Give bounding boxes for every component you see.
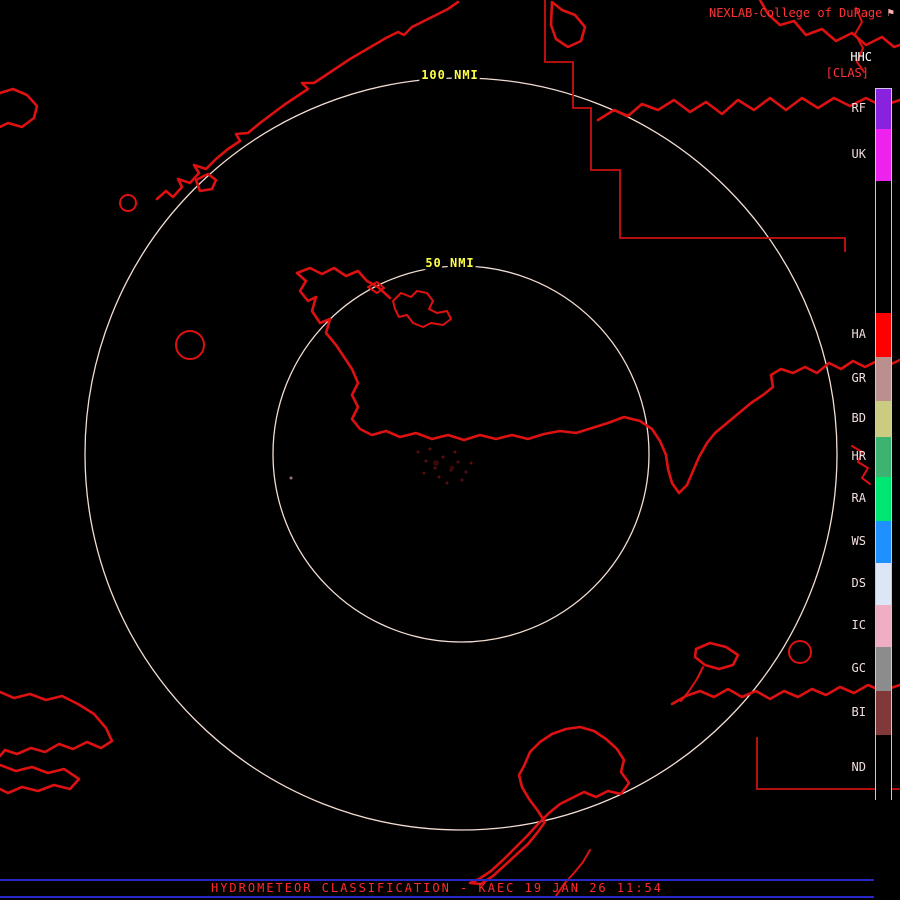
legend-seg-ws bbox=[876, 521, 891, 563]
legend-label-rf: RF bbox=[851, 101, 866, 115]
radar-map: 100 NMI 50 NMI bbox=[0, 0, 900, 897]
coastline-bottomleft-upper bbox=[0, 690, 114, 758]
legend-seg-ha bbox=[876, 313, 891, 357]
ring-label-50nmi: 50 NMI bbox=[425, 256, 474, 270]
legend-label-gr: GR bbox=[851, 371, 866, 385]
legend-seg-bd bbox=[876, 401, 891, 437]
legend-seg-ds bbox=[876, 563, 891, 605]
coastline-bottomleft-lower bbox=[0, 763, 81, 795]
legend-label-bd: BD bbox=[851, 411, 866, 425]
legend-label-hr: HR bbox=[851, 449, 866, 463]
product-caption: HYDROMETEOR CLASSIFICATION - KAEC 19 JAN… bbox=[210, 881, 663, 895]
legend-seg-uk bbox=[876, 129, 891, 181]
islet-circle-bottomright bbox=[788, 640, 812, 664]
boundary-step-top bbox=[544, 0, 846, 252]
legend-seg-gap bbox=[876, 181, 891, 313]
legend-label-bi: BI bbox=[851, 705, 866, 719]
radar-echoes bbox=[289, 447, 473, 485]
legend-label-nd: ND bbox=[851, 760, 866, 774]
legend-label-ic: IC bbox=[851, 618, 866, 632]
range-ring-100nmi bbox=[84, 77, 838, 831]
legend-seg-ic bbox=[876, 605, 891, 647]
coastline-northwest-arc bbox=[155, 0, 460, 201]
legend-seg-gc bbox=[876, 647, 891, 691]
coastline-arc-islet bbox=[194, 172, 218, 193]
island-bottom-large bbox=[468, 725, 631, 886]
island-cluster-center bbox=[392, 290, 452, 328]
legend-seg-nd bbox=[876, 735, 891, 801]
legend-color-bar bbox=[875, 88, 892, 801]
islet-left-edge bbox=[0, 87, 39, 129]
ring-label-100nmi: 100 NMI bbox=[421, 68, 479, 82]
legend-title: HHC bbox=[850, 50, 872, 64]
radar-display: 100 NMI 50 NMI NEXLAB-College of DuPage … bbox=[0, 0, 900, 900]
legend-label-uk: UK bbox=[851, 147, 866, 161]
legend-seg-ra bbox=[876, 477, 891, 521]
legend-label-ws: WS bbox=[851, 534, 866, 548]
coastlines bbox=[0, 0, 900, 897]
legend-seg-hr bbox=[876, 437, 891, 477]
legend-label-ha: HA bbox=[851, 327, 866, 341]
coastline-main-south bbox=[295, 271, 900, 495]
islet-circle-small bbox=[119, 194, 137, 212]
islet-circle-mid bbox=[175, 330, 205, 360]
brand: NEXLAB-College of DuPage ⚑ bbox=[709, 6, 894, 20]
legend-seg-bi bbox=[876, 691, 891, 735]
legend-seg-gr bbox=[876, 357, 891, 401]
legend-seg-rf bbox=[876, 89, 891, 129]
brand-text: NEXLAB-College of DuPage bbox=[708, 6, 883, 20]
range-rings bbox=[84, 77, 838, 831]
island-bottomright-blob bbox=[693, 641, 740, 671]
footer-rule-bottom bbox=[0, 896, 874, 898]
flag-icon: ⚑ bbox=[887, 6, 894, 19]
legend-label-gc: GC bbox=[851, 661, 866, 675]
legend-label-ds: DS bbox=[851, 576, 866, 590]
legend-label-ra: RA bbox=[851, 491, 866, 505]
legend-labels: RF UK HA GR BD HR RA WS DS IC GC BI ND bbox=[824, 88, 870, 800]
coastline-bottomright-connector bbox=[680, 666, 704, 702]
coastline-topright-blob bbox=[549, 0, 587, 49]
legend-subtitle: [CLAS] bbox=[825, 66, 869, 80]
